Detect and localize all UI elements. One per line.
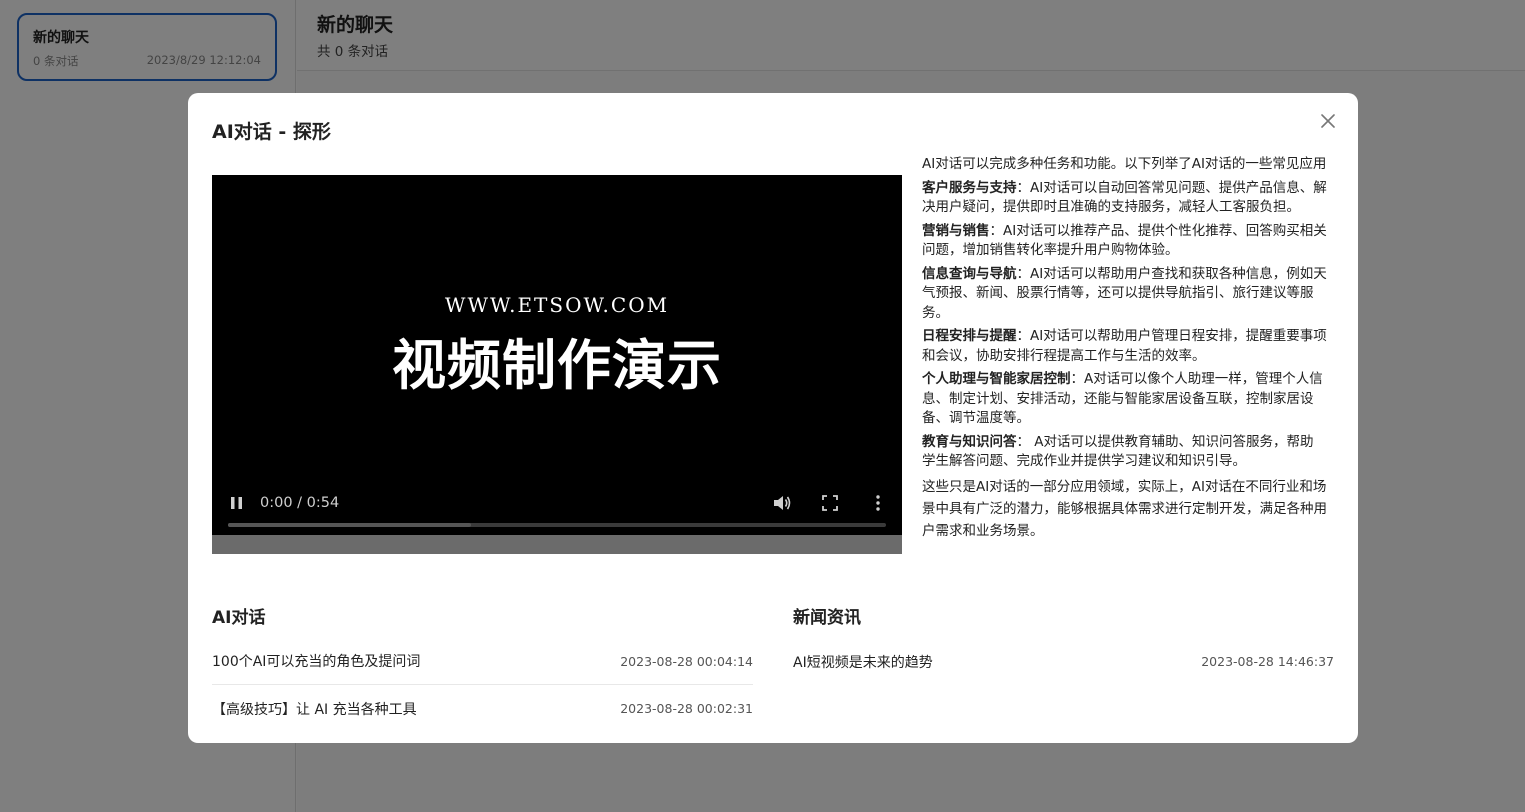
video-time: 0:00 / 0:54 <box>260 495 340 511</box>
description-item-label: 日程安排与提醒 <box>922 328 1017 344</box>
video-progress-bar[interactable] <box>228 523 886 527</box>
description-item: 个人助理与智能家居控制：A对话可以像个人助理一样，管理个人信息、制定计划、安排活… <box>922 370 1327 429</box>
description-item-label: 教育与知识问答 <box>922 433 1017 450</box>
description-item-label: 信息查询与导航 <box>922 265 1017 282</box>
list-item-title: 【高级技巧】让 AI 充当各种工具 <box>212 701 417 718</box>
video-controls: 0:00 / 0:54 <box>212 475 902 535</box>
list-item[interactable]: 【高级技巧】让 AI 充当各种工具 2023-08-28 00:02:31 <box>212 685 753 732</box>
video-buffer-fill <box>228 523 472 527</box>
news-list-title: 新闻资讯 <box>793 608 861 628</box>
description-panel: AI对话可以完成多种任务和功能。以下列举了AI对话的一些常见应用 客户服务与支持… <box>922 155 1327 546</box>
description-item-label: 个人助理与智能家居控制 <box>922 371 1071 387</box>
description-item: 教育与知识问答： A对话可以提供教育辅助、知识问答服务，帮助学生解答问题、完成作… <box>922 433 1327 472</box>
modal-title: AI对话 - 探形 <box>212 121 331 143</box>
list-item-title: 100个AI可以充当的角色及提问词 <box>212 654 421 670</box>
pause-icon[interactable] <box>230 495 244 511</box>
video-bottom-strip <box>212 535 902 554</box>
description-item-label: 营销与销售 <box>922 222 990 239</box>
video-player[interactable]: WWW.ETSOW.COM 视频制作演示 0:00 / 0:54 <box>212 175 902 554</box>
description-item: 客户服务与支持：AI对话可以自动回答常见问题、提供产品信息、解决用户疑问，提供即… <box>922 179 1327 218</box>
ai-dialog-list: AI对话 100个AI可以充当的角色及提问词 2023-08-28 00:04:… <box>212 603 753 732</box>
list-item[interactable]: 100个AI可以充当的角色及提问词 2023-08-28 00:04:14 <box>212 638 753 685</box>
modal-dialog: AI对话 - 探形 WWW.ETSOW.COM 视频制作演示 0:00 / 0:… <box>188 93 1358 743</box>
list-item-date: 2023-08-28 00:04:14 <box>620 653 753 669</box>
volume-icon[interactable] <box>772 494 792 512</box>
video-watermark: WWW.ETSOW.COM <box>444 293 670 317</box>
description-item-label: 客户服务与支持 <box>922 179 1017 196</box>
description-item: 营销与销售：AI对话可以推荐产品、提供个性化推荐、回答购买相关问题，增加销售转化… <box>922 222 1327 261</box>
list-item-date: 2023-08-28 00:02:31 <box>620 701 753 716</box>
ai-dialog-list-title: AI对话 <box>212 608 266 628</box>
description-intro: AI对话可以完成多种任务和功能。以下列举了AI对话的一些常见应用 <box>922 156 1327 172</box>
description-item: 信息查询与导航：AI对话可以帮助用户查找和获取各种信息，例如天气预报、新闻、股票… <box>922 265 1327 324</box>
news-list: 新闻资讯 AI短视频是未来的趋势 2023-08-28 14:46:37 <box>793 603 1334 685</box>
description-item: 日程安排与提醒：AI对话可以帮助用户管理日程安排，提醒重要事项和会议，协助安排行… <box>922 327 1327 366</box>
video-caption: 视频制作演示 <box>392 334 722 397</box>
close-button[interactable] <box>1318 111 1338 131</box>
fullscreen-icon[interactable] <box>821 494 839 512</box>
more-options-icon[interactable] <box>872 494 884 512</box>
close-icon <box>1321 114 1335 128</box>
list-item-title: AI短视频是未来的趋势 <box>793 654 933 671</box>
list-item[interactable]: AI短视频是未来的趋势 2023-08-28 14:46:37 <box>793 638 1334 685</box>
description-outro: 这些只是AI对话的一部分应用领域，实际上，AI对话在不同行业和场景中具有广泛的潜… <box>922 478 1327 539</box>
list-item-date: 2023-08-28 14:46:37 <box>1201 654 1334 669</box>
